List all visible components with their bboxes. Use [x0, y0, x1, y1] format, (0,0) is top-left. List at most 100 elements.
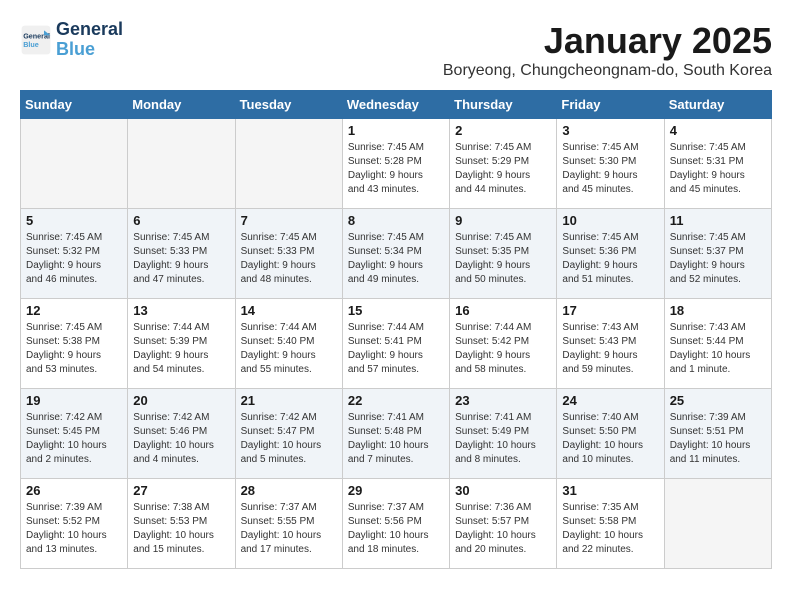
calendar-cell — [128, 119, 235, 209]
calendar-cell: 3Sunrise: 7:45 AM Sunset: 5:30 PM Daylig… — [557, 119, 664, 209]
weekday-header-wednesday: Wednesday — [342, 91, 449, 119]
calendar-cell: 16Sunrise: 7:44 AM Sunset: 5:42 PM Dayli… — [450, 299, 557, 389]
cell-content: Sunrise: 7:45 AM Sunset: 5:34 PM Dayligh… — [348, 231, 444, 287]
calendar-cell: 10 Sunrise: 7:45 AM Sunset: 5:36 PM Dayli… — [557, 209, 664, 299]
day-number: 28 — [241, 483, 337, 498]
calendar-cell: 7 Sunrise: 7:45 AM Sunset: 5:33 PM Daylig… — [235, 209, 342, 299]
cell-content: Sunrise: 7:44 AM Sunset: 5:41 PM Dayligh… — [348, 321, 444, 377]
cell-content: Sunrise: 7:44 AM Sunset: 5:39 PM Dayligh… — [133, 321, 229, 377]
location-subtitle: Boryeong, Chungcheongnam-do, South Korea — [443, 62, 772, 80]
day-number: 12 — [26, 303, 122, 318]
day-number: 30 — [455, 483, 551, 498]
calendar-cell: 28 Sunrise: 7:37 AM Sunset: 5:55 PM Dayli… — [235, 479, 342, 569]
cell-content: Sunrise: 7:45 AM Sunset: 5:33 PM Dayligh… — [241, 231, 337, 287]
day-number: 8 — [348, 213, 444, 228]
calendar-cell: 8 Sunrise: 7:45 AM Sunset: 5:34 PM Daylig… — [342, 209, 449, 299]
cell-content: Sunrise: 7:41 AM Sunset: 5:48 PM Dayligh… — [348, 411, 444, 467]
calendar-cell: 26 Sunrise: 7:39 AM Sunset: 5:52 PM Dayli… — [21, 479, 128, 569]
day-number: 11 — [670, 213, 766, 228]
day-number: 19 — [26, 393, 122, 408]
calendar-cell: 17 Sunrise: 7:43 AM Sunset: 5:43 PM Dayli… — [557, 299, 664, 389]
cell-content: Sunrise: 7:42 AM Sunset: 5:45 PM Dayligh… — [26, 411, 122, 467]
cell-content: Sunrise: 7:38 AM Sunset: 5:53 PM Dayligh… — [133, 501, 229, 557]
calendar-table: SundayMondayTuesdayWednesdayThursdayFrid… — [20, 90, 772, 569]
weekday-header-friday: Friday — [557, 91, 664, 119]
day-number: 27 — [133, 483, 229, 498]
cell-content: Sunrise: 7:44 AM Sunset: 5:40 PM Dayligh… — [241, 321, 337, 377]
cell-content: Sunrise: 7:44 AM Sunset: 5:42 PM Dayligh… — [455, 321, 551, 377]
cell-content: Sunrise: 7:40 AM Sunset: 5:50 PM Dayligh… — [562, 411, 658, 467]
day-number: 29 — [348, 483, 444, 498]
day-number: 22 — [348, 393, 444, 408]
logo: General Blue General Blue — [20, 20, 123, 60]
calendar-cell: 13 Sunrise: 7:44 AM Sunset: 5:39 PM Dayli… — [128, 299, 235, 389]
calendar-cell: 2 Sunrise: 7:45 AM Sunset: 5:29 PM Daylig… — [450, 119, 557, 209]
calendar-cell: 15 Sunrise: 7:44 AM Sunset: 5:41 PM Dayli… — [342, 299, 449, 389]
logo-icon: General Blue — [20, 24, 52, 56]
day-number: 9 — [455, 213, 551, 228]
day-number: 20 — [133, 393, 229, 408]
cell-content: Sunrise: 7:43 AM Sunset: 5:43 PM Dayligh… — [562, 321, 658, 377]
weekday-header-sunday: Sunday — [21, 91, 128, 119]
day-number: 14 — [241, 303, 337, 318]
calendar-cell — [664, 479, 771, 569]
day-number: 6 — [133, 213, 229, 228]
day-number: 10 — [562, 213, 658, 228]
cell-content: Sunrise: 7:39 AM Sunset: 5:51 PM Dayligh… — [670, 411, 766, 467]
cell-content: Sunrise: 7:39 AM Sunset: 5:52 PM Dayligh… — [26, 501, 122, 557]
cell-content: Sunrise: 7:45 AM Sunset: 5:37 PM Dayligh… — [670, 231, 766, 287]
cell-content: Sunrise: 7:43 AM Sunset: 5:44 PM Dayligh… — [670, 321, 766, 377]
day-number: 26 — [26, 483, 122, 498]
calendar-week-row: 12 Sunrise: 7:45 AM Sunset: 5:38 PM Dayli… — [21, 299, 772, 389]
weekday-header-saturday: Saturday — [664, 91, 771, 119]
calendar-cell — [235, 119, 342, 209]
calendar-week-row: 19 Sunrise: 7:42 AM Sunset: 5:45 PM Dayli… — [21, 389, 772, 479]
day-number: 15 — [348, 303, 444, 318]
svg-text:Blue: Blue — [23, 40, 39, 49]
calendar-cell: 29 Sunrise: 7:37 AM Sunset: 5:56 PM Dayli… — [342, 479, 449, 569]
day-number: 13 — [133, 303, 229, 318]
day-number: 4 — [670, 123, 766, 138]
calendar-cell: 27 Sunrise: 7:38 AM Sunset: 5:53 PM Dayli… — [128, 479, 235, 569]
weekday-header-tuesday: Tuesday — [235, 91, 342, 119]
cell-content: Sunrise: 7:45 AM Sunset: 5:35 PM Dayligh… — [455, 231, 551, 287]
calendar-cell: 31 Sunrise: 7:35 AM Sunset: 5:58 PM Dayli… — [557, 479, 664, 569]
cell-content: Sunrise: 7:35 AM Sunset: 5:58 PM Dayligh… — [562, 501, 658, 557]
day-number: 1 — [348, 123, 444, 138]
title-block: January 2025 Boryeong, Chungcheongnam-do… — [443, 20, 772, 80]
calendar-cell: 5Sunrise: 7:45 AM Sunset: 5:32 PM Daylig… — [21, 209, 128, 299]
day-number: 23 — [455, 393, 551, 408]
calendar-cell: 11 Sunrise: 7:45 AM Sunset: 5:37 PM Dayli… — [664, 209, 771, 299]
calendar-cell: 20 Sunrise: 7:42 AM Sunset: 5:46 PM Dayli… — [128, 389, 235, 479]
weekday-header-monday: Monday — [128, 91, 235, 119]
cell-content: Sunrise: 7:45 AM Sunset: 5:29 PM Dayligh… — [455, 141, 551, 197]
cell-content: Sunrise: 7:45 AM Sunset: 5:32 PM Dayligh… — [26, 231, 122, 287]
weekday-header-row: SundayMondayTuesdayWednesdayThursdayFrid… — [21, 91, 772, 119]
cell-content: Sunrise: 7:45 AM Sunset: 5:38 PM Dayligh… — [26, 321, 122, 377]
cell-content: Sunrise: 7:45 AM Sunset: 5:36 PM Dayligh… — [562, 231, 658, 287]
calendar-cell: 22 Sunrise: 7:41 AM Sunset: 5:48 PM Dayli… — [342, 389, 449, 479]
day-number: 2 — [455, 123, 551, 138]
calendar-cell: 18 Sunrise: 7:43 AM Sunset: 5:44 PM Dayli… — [664, 299, 771, 389]
logo-text: General Blue — [56, 20, 123, 60]
cell-content: Sunrise: 7:37 AM Sunset: 5:56 PM Dayligh… — [348, 501, 444, 557]
day-number: 17 — [562, 303, 658, 318]
cell-content: Sunrise: 7:42 AM Sunset: 5:46 PM Dayligh… — [133, 411, 229, 467]
calendar-week-row: 5Sunrise: 7:45 AM Sunset: 5:32 PM Daylig… — [21, 209, 772, 299]
day-number: 3 — [562, 123, 658, 138]
cell-content: Sunrise: 7:45 AM Sunset: 5:33 PM Dayligh… — [133, 231, 229, 287]
calendar-cell: 25 Sunrise: 7:39 AM Sunset: 5:51 PM Dayli… — [664, 389, 771, 479]
calendar-cell — [21, 119, 128, 209]
cell-content: Sunrise: 7:36 AM Sunset: 5:57 PM Dayligh… — [455, 501, 551, 557]
cell-content: Sunrise: 7:45 AM Sunset: 5:28 PM Dayligh… — [348, 141, 444, 197]
day-number: 31 — [562, 483, 658, 498]
calendar-cell: 23Sunrise: 7:41 AM Sunset: 5:49 PM Dayli… — [450, 389, 557, 479]
calendar-cell: 19 Sunrise: 7:42 AM Sunset: 5:45 PM Dayli… — [21, 389, 128, 479]
weekday-header-thursday: Thursday — [450, 91, 557, 119]
cell-content: Sunrise: 7:37 AM Sunset: 5:55 PM Dayligh… — [241, 501, 337, 557]
day-number: 18 — [670, 303, 766, 318]
calendar-cell: 12 Sunrise: 7:45 AM Sunset: 5:38 PM Dayli… — [21, 299, 128, 389]
page-header: General Blue General Blue January 2025 B… — [20, 20, 772, 80]
day-number: 7 — [241, 213, 337, 228]
day-number: 25 — [670, 393, 766, 408]
